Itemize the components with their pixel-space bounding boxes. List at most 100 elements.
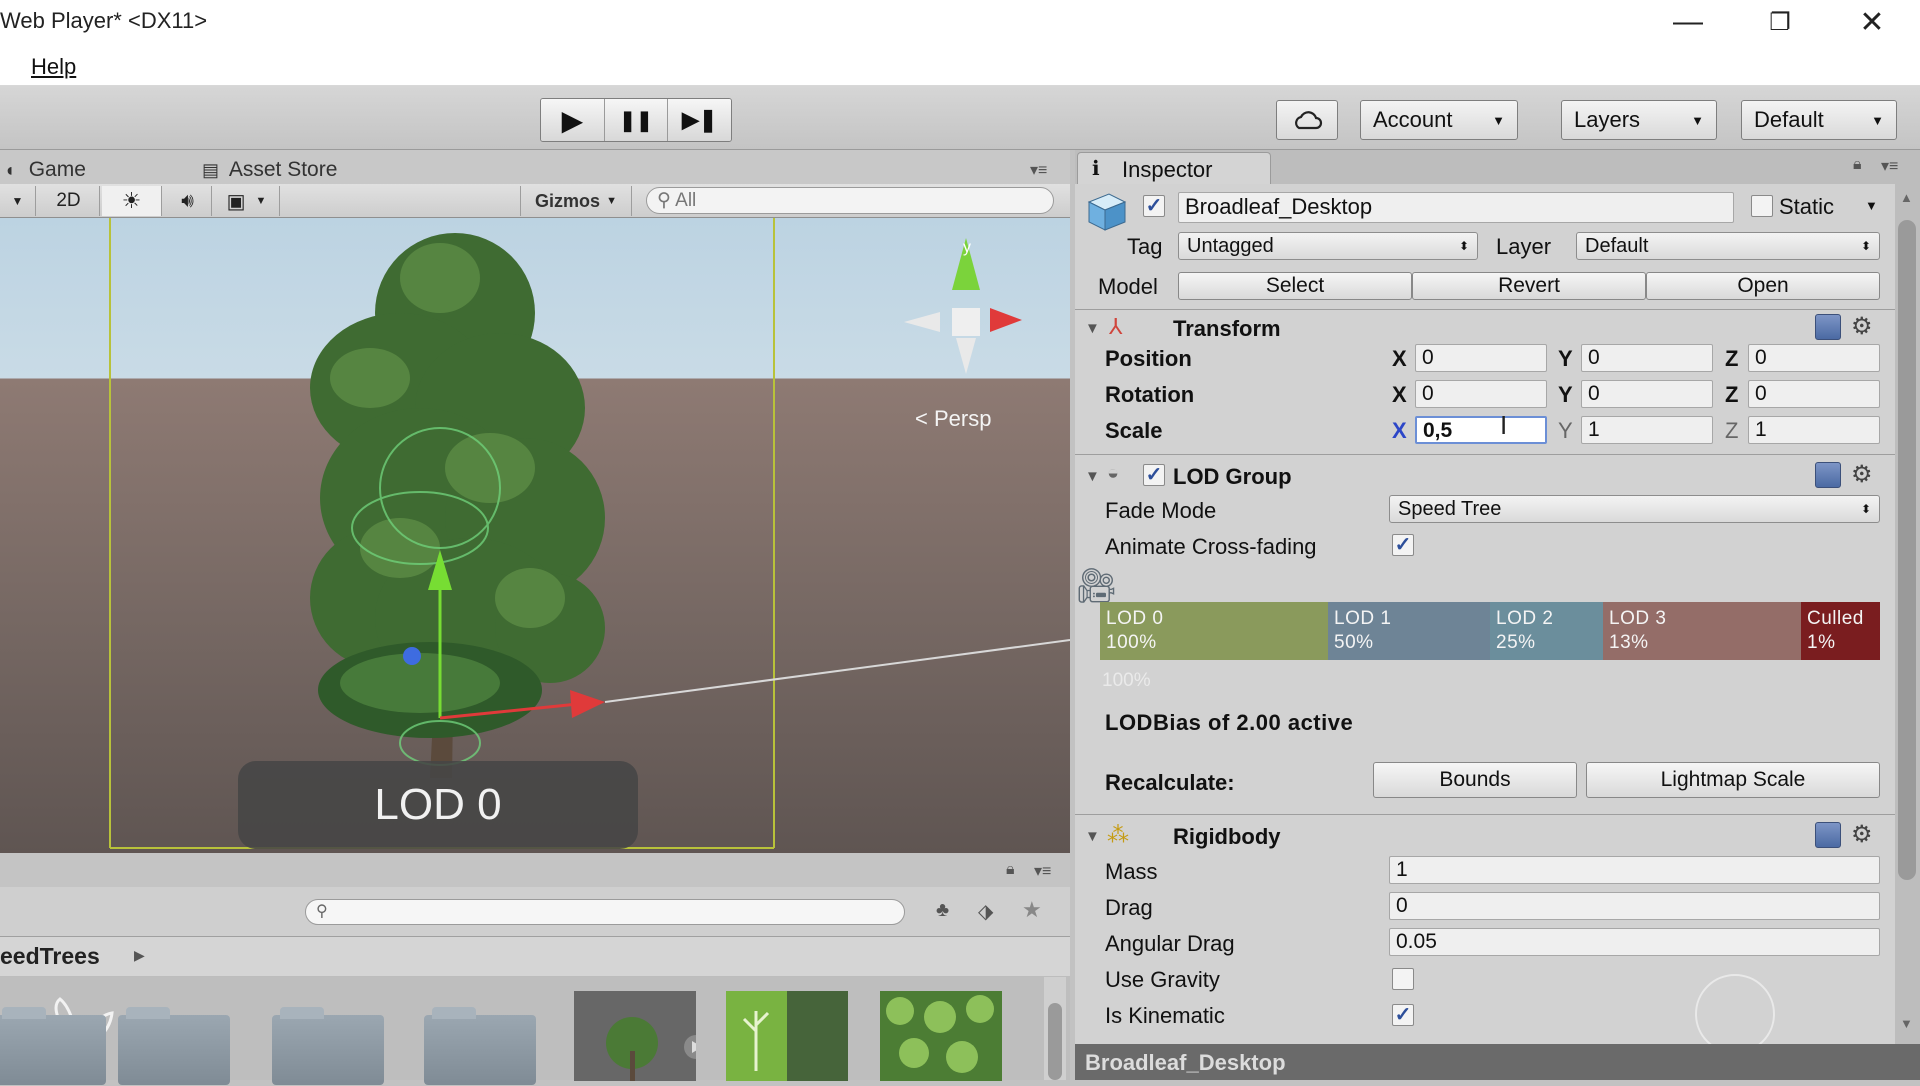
layout-dropdown[interactable]: Default ▼: [1741, 100, 1897, 140]
position-y-field[interactable]: 0: [1581, 344, 1713, 372]
folder-item[interactable]: [272, 1007, 384, 1085]
lod-level-2[interactable]: LOD 2 25%: [1490, 602, 1603, 660]
account-label: Account: [1373, 107, 1453, 132]
scrollbar-thumb[interactable]: [1048, 1003, 1062, 1080]
folder-item[interactable]: [0, 1007, 106, 1085]
gear-icon[interactable]: ⚙: [1851, 312, 1873, 341]
panel-menu-icon[interactable]: ▾≡: [1881, 156, 1898, 176]
rotation-z-field[interactable]: 0: [1748, 380, 1880, 408]
layer-dropdown[interactable]: Default ⬍: [1576, 232, 1880, 260]
select-button[interactable]: Select: [1178, 272, 1412, 300]
cloud-button[interactable]: [1276, 100, 1338, 140]
label-tag-icon[interactable]: ⬗: [978, 899, 993, 924]
menu-help[interactable]: Help: [31, 54, 76, 80]
lod-level-percent: 1%: [1807, 632, 1836, 653]
layers-dropdown[interactable]: Layers ▼: [1561, 100, 1717, 140]
inspector-scrollbar[interactable]: ▲ ▼: [1895, 184, 1920, 1044]
draw-mode-dropdown[interactable]: ▼: [0, 186, 36, 216]
scale-z-field[interactable]: 1: [1748, 416, 1880, 444]
angular-drag-field[interactable]: 0.05: [1389, 928, 1880, 956]
persp-label[interactable]: < Persp: [915, 406, 991, 432]
chevron-left-icon: <: [915, 406, 928, 431]
tag-dropdown[interactable]: Untagged ⬍: [1178, 232, 1478, 260]
close-button[interactable]: ✕: [1826, 0, 1918, 44]
speedtree-asset-thumbnail[interactable]: [574, 991, 708, 1081]
info-icon: ℹ: [1092, 158, 1100, 180]
favorite-star-icon[interactable]: ★: [1022, 897, 1042, 923]
2d-toggle[interactable]: 2D: [38, 186, 100, 216]
object-name-field[interactable]: Broadleaf_Desktop: [1178, 192, 1734, 223]
scene-viewport[interactable]: y < Persp LOD 0: [0, 218, 1070, 853]
effects-dropdown[interactable]: ▣ ▼: [214, 186, 280, 216]
scroll-down-icon[interactable]: ▼: [1900, 1016, 1913, 1031]
sun-icon: ☀: [121, 188, 142, 213]
play-button[interactable]: ▶: [541, 99, 605, 141]
tab-asset-store[interactable]: ▤ Asset Store: [202, 158, 337, 182]
lod-camera-icon[interactable]: 🎥︎: [1075, 566, 1118, 606]
scene-search-input[interactable]: ⚲ All: [646, 187, 1054, 214]
lod-culled[interactable]: Culled 1%: [1801, 602, 1880, 660]
foldout-arrow-icon[interactable]: ▼: [1085, 320, 1100, 337]
cross-fade-checkbox[interactable]: [1392, 534, 1414, 556]
revert-button[interactable]: Revert: [1412, 272, 1646, 300]
lightmap-scale-button[interactable]: Lightmap Scale: [1586, 762, 1880, 798]
foldout-arrow-icon[interactable]: ▼: [1085, 828, 1100, 845]
texture-asset-thumbnail[interactable]: [726, 991, 848, 1081]
position-z-field[interactable]: 0: [1748, 344, 1880, 372]
is-kinematic-checkbox[interactable]: [1392, 1004, 1414, 1026]
panel-menu-icon[interactable]: ▾≡: [1034, 861, 1051, 881]
pause-button[interactable]: ❚❚: [604, 99, 669, 141]
static-dropdown-chevron-icon[interactable]: ▼: [1865, 198, 1878, 213]
active-checkbox[interactable]: [1143, 195, 1165, 217]
drag-field[interactable]: 0: [1389, 892, 1880, 920]
foldout-arrow-icon[interactable]: ▼: [1085, 468, 1100, 485]
mass-field[interactable]: 1: [1389, 856, 1880, 884]
use-gravity-checkbox[interactable]: [1392, 968, 1414, 990]
use-gravity-label: Use Gravity: [1105, 967, 1220, 992]
divider: [1075, 814, 1895, 815]
leaves-texture-thumbnail[interactable]: [880, 991, 1002, 1081]
scroll-up-icon[interactable]: ▲: [1900, 190, 1913, 205]
lock-icon[interactable]: 🔒︎: [1006, 861, 1015, 879]
project-search-input[interactable]: ⚲: [305, 899, 905, 925]
lighting-toggle[interactable]: ☀: [102, 186, 162, 216]
fade-mode-dropdown[interactable]: Speed Tree ⬍: [1389, 495, 1880, 523]
panel-menu-icon[interactable]: ▾≡: [1030, 160, 1047, 180]
lod-bar[interactable]: LOD 0 100% LOD 1 50% LOD 2 25% LOD 3 13%…: [1100, 602, 1880, 660]
lod-level-1[interactable]: LOD 1 50%: [1328, 602, 1490, 660]
asset-scrollbar[interactable]: [1044, 977, 1066, 1080]
rotation-x-field[interactable]: 0: [1415, 380, 1547, 408]
breadcrumb-speedtrees[interactable]: eedTrees: [0, 943, 100, 970]
minimize-button[interactable]: —: [1642, 0, 1734, 44]
audio-toggle[interactable]: 🔊︎: [164, 186, 212, 216]
help-book-icon[interactable]: [1815, 314, 1841, 340]
bounds-button[interactable]: Bounds: [1373, 762, 1577, 798]
gear-icon[interactable]: ⚙: [1851, 820, 1873, 849]
position-x-field[interactable]: 0: [1415, 344, 1547, 372]
gear-icon[interactable]: ⚙: [1851, 460, 1873, 489]
tab-inspector[interactable]: ℹ Inspector: [1077, 152, 1271, 184]
help-book-icon[interactable]: [1815, 822, 1841, 848]
lock-icon[interactable]: 🔒︎: [1853, 156, 1862, 174]
inspector-preview-bar[interactable]: Broadleaf_Desktop: [1075, 1044, 1920, 1080]
tab-asset-store-label: Asset Store: [228, 158, 338, 181]
lod-group-enabled-checkbox[interactable]: [1143, 464, 1165, 486]
restore-button[interactable]: ❐: [1734, 0, 1826, 44]
filter-type-icon[interactable]: ♣: [936, 899, 949, 922]
static-checkbox[interactable]: [1751, 195, 1773, 217]
scale-x-field[interactable]: 0,5: [1415, 416, 1547, 444]
help-book-icon[interactable]: [1815, 462, 1841, 488]
lod-level-0[interactable]: LOD 0 100%: [1100, 602, 1328, 660]
scrollbar-thumb[interactable]: [1898, 220, 1916, 880]
lod-level-3[interactable]: LOD 3 13%: [1603, 602, 1801, 660]
rotation-y-field[interactable]: 0: [1581, 380, 1713, 408]
folder-item[interactable]: [424, 1007, 536, 1085]
step-button[interactable]: ▶❚: [668, 99, 731, 141]
lod-group-icon: ◒: [1107, 462, 1120, 484]
folder-item[interactable]: [118, 1007, 230, 1085]
open-button[interactable]: Open: [1646, 272, 1880, 300]
tab-game[interactable]: ◖ Game: [4, 158, 86, 182]
account-dropdown[interactable]: Account ▼: [1360, 100, 1518, 140]
gizmos-dropdown[interactable]: Gizmos ▼: [520, 186, 632, 216]
scale-y-field[interactable]: 1: [1581, 416, 1713, 444]
